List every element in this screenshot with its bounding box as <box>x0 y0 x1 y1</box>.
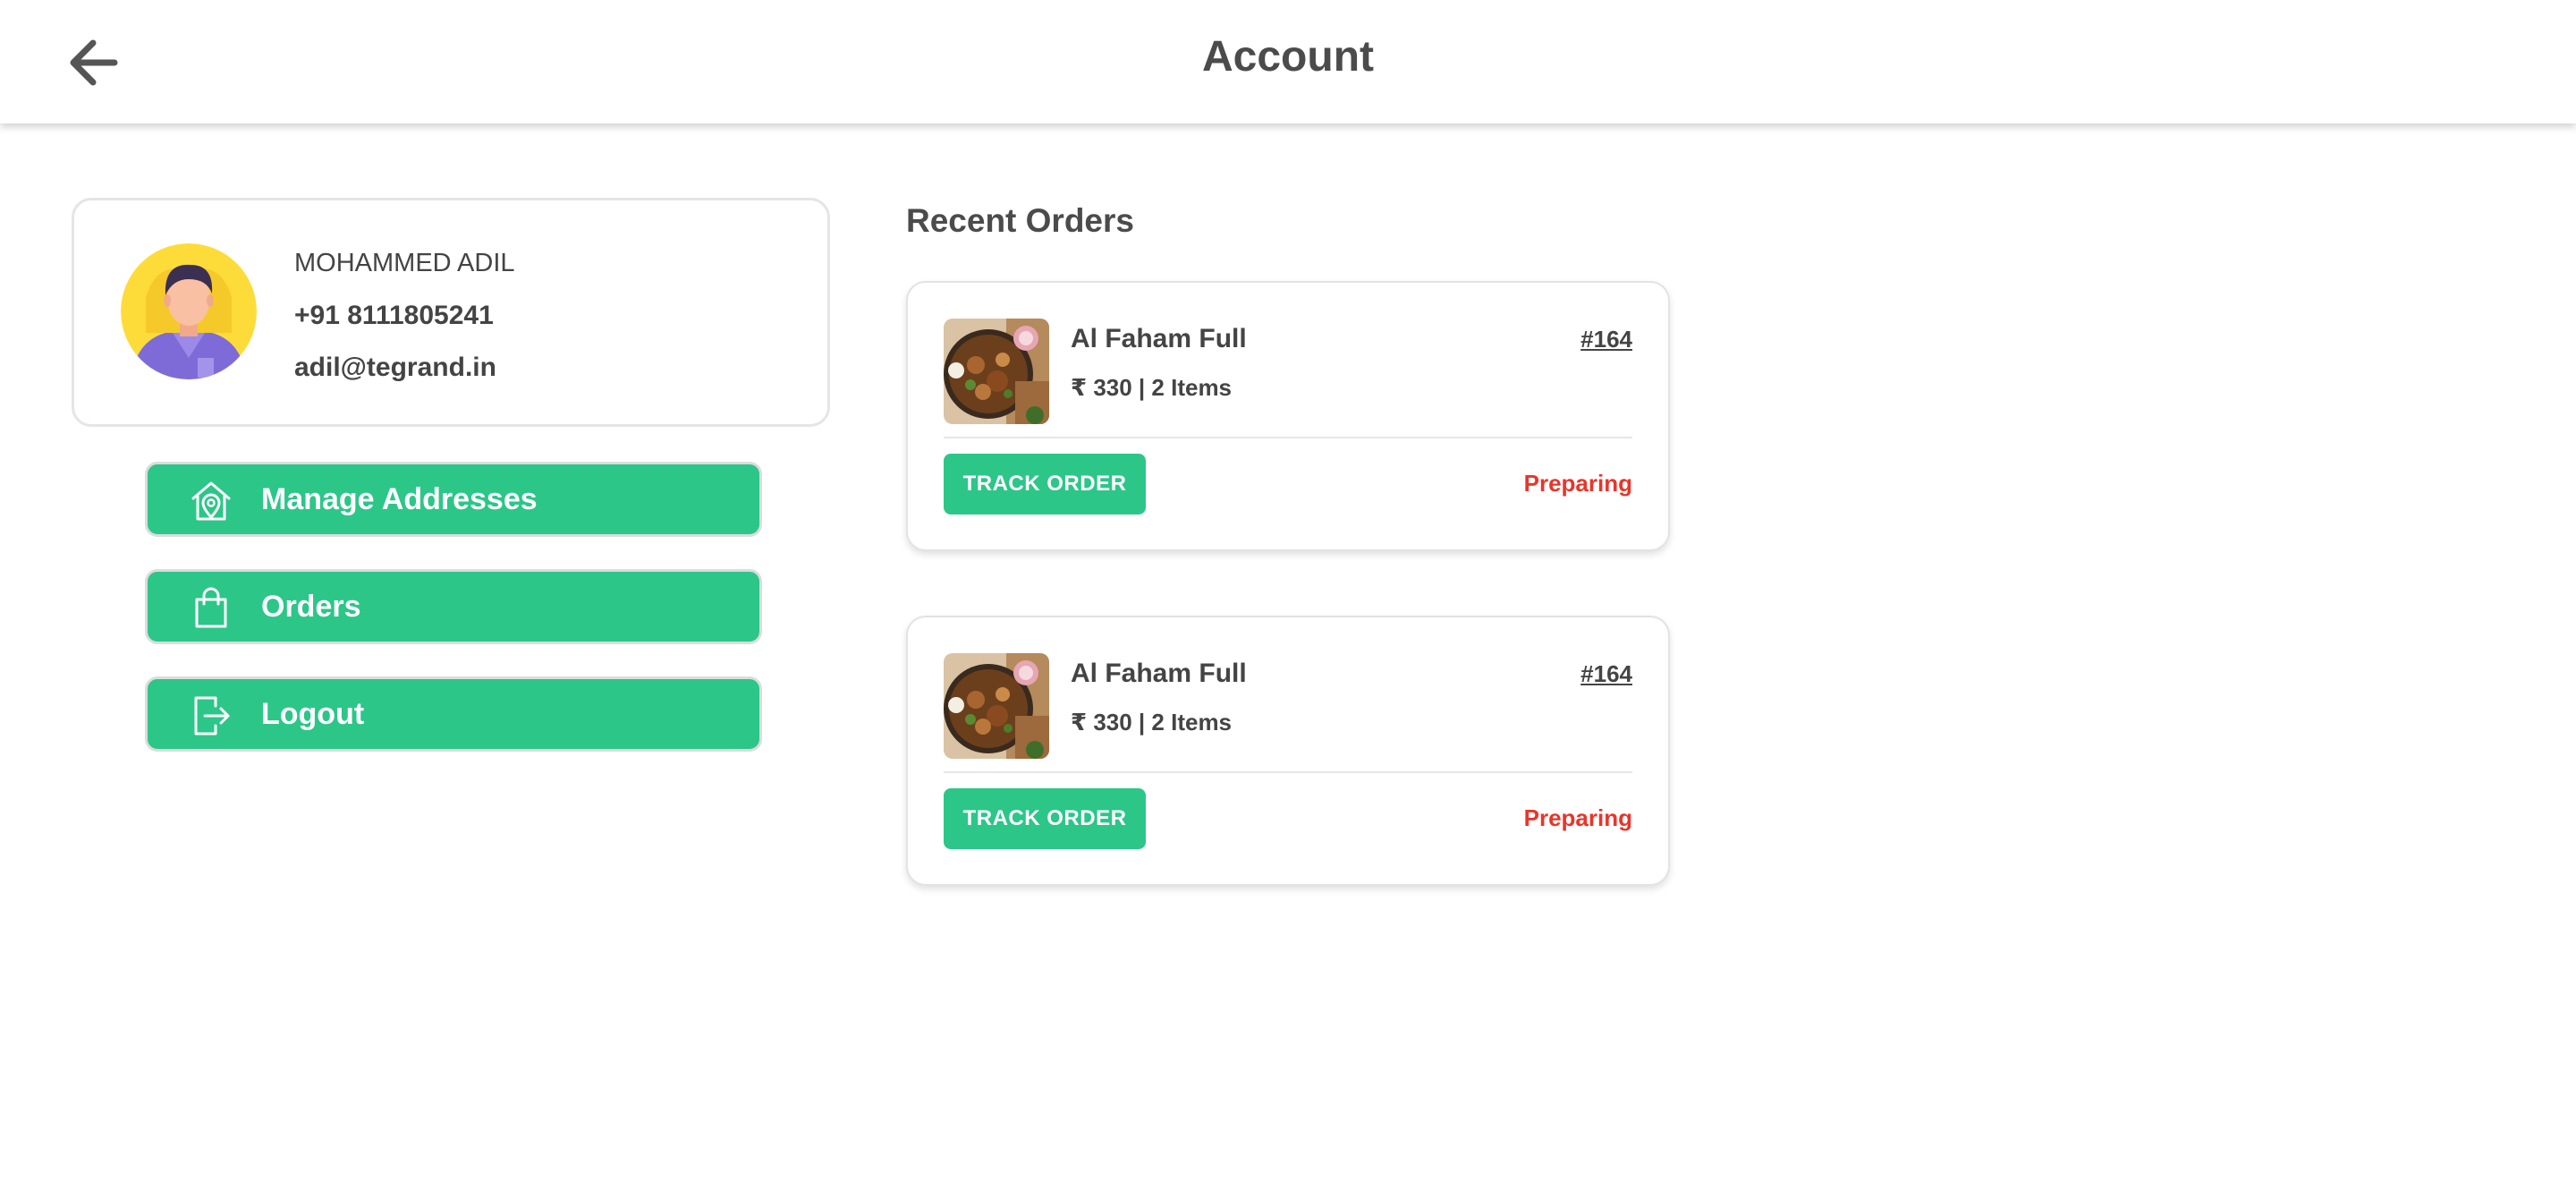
orders-label: Orders <box>261 590 361 624</box>
order-id-link[interactable]: #164 <box>1580 326 1632 353</box>
manage-addresses-button[interactable]: Manage Addresses <box>145 462 762 537</box>
profile-phone: +91 8111805241 <box>294 301 494 330</box>
order-card[interactable]: Al Faham Full #164 ₹ 330 | 2 Items TRACK… <box>906 616 1670 886</box>
order-price-items: ₹ 330 | 2 Items <box>1071 374 1233 401</box>
page-title: Account <box>1202 33 1374 81</box>
profile-name: MOHAMMED ADIL <box>294 249 515 277</box>
recent-orders-title: Recent Orders <box>906 202 1134 239</box>
order-item-name: Al Faham Full <box>1071 659 1247 688</box>
manage-addresses-label: Manage Addresses <box>261 482 538 516</box>
food-dish-image <box>944 319 1049 424</box>
user-avatar-icon <box>121 243 257 379</box>
logout-label: Logout <box>261 697 365 731</box>
orders-button[interactable]: Orders <box>145 569 762 644</box>
order-food-image <box>944 319 1049 424</box>
divider <box>944 437 1632 438</box>
logout-button[interactable]: Logout <box>145 676 762 752</box>
order-status: Preparing <box>1523 470 1632 497</box>
order-price-items: ₹ 330 | 2 Items <box>1071 709 1233 736</box>
logout-icon <box>194 696 230 736</box>
profile-card: MOHAMMED ADIL +91 8111805241 adil@tegran… <box>72 198 830 427</box>
shopping-bag-icon <box>195 587 227 628</box>
app-header: Account <box>0 0 2576 123</box>
profile-email: adil@tegrand.in <box>294 353 496 382</box>
divider <box>944 771 1632 773</box>
order-card[interactable]: Al Faham Full #164 ₹ 330 | 2 Items TRACK… <box>906 281 1670 551</box>
food-dish-image <box>944 653 1049 759</box>
order-item-name: Al Faham Full <box>1071 324 1247 353</box>
avatar <box>121 243 257 379</box>
track-order-button[interactable]: TRACK ORDER <box>944 788 1146 849</box>
track-order-button[interactable]: TRACK ORDER <box>944 454 1146 514</box>
home-location-icon <box>191 481 231 521</box>
order-status: Preparing <box>1523 804 1632 831</box>
order-id-link[interactable]: #164 <box>1580 660 1632 688</box>
order-food-image <box>944 653 1049 759</box>
